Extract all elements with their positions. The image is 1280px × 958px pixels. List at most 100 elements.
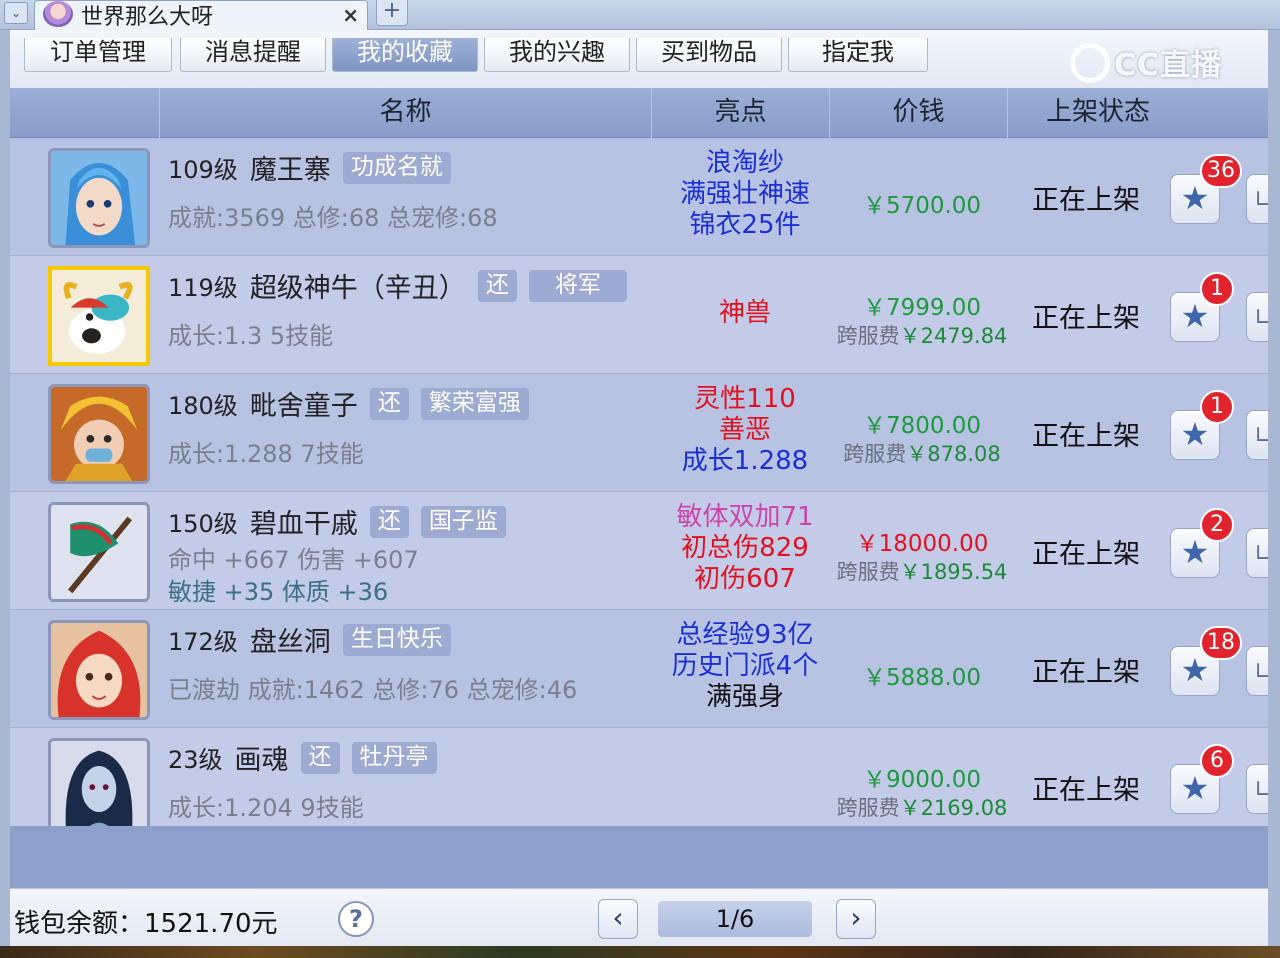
item-price: ￥9000.00 (862, 767, 982, 793)
item-name[interactable]: 毗舍童子 (250, 384, 358, 423)
highlight-text: 敏体双加71 (676, 502, 814, 532)
list-item[interactable]: 119级 超级神牛（辛丑）还将军成长:1.3 5技能 神兽 ￥7999.00 跨服费￥2… (10, 256, 1268, 374)
item-price: ￥5888.00 (862, 665, 982, 691)
cart-icon[interactable]: ⊔ (1246, 410, 1268, 460)
nav-my-favorites[interactable]: 我的收藏 (332, 38, 478, 72)
item-thumbnail[interactable] (48, 502, 150, 602)
item-level: 119级 (168, 274, 238, 302)
nav-purchased-items[interactable]: 买到物品 (636, 38, 782, 72)
prev-page-button[interactable]: ‹ (598, 899, 638, 939)
item-name[interactable]: 盘丝洞 (250, 620, 331, 659)
list-item[interactable]: 23级 画魂还牡丹亭 成长:1.204 9技能 ￥9000.00 跨服费￥2169.08… (10, 728, 1268, 826)
item-stats: 命中 +667 伤害 +607 (168, 546, 419, 574)
item-stats: 成长:1.288 7技能 (168, 440, 364, 468)
item-title-line: 180级 毗舍童子还繁荣富强 (168, 384, 529, 424)
item-highlights: 灵性110 善恶 成长1.288 (652, 384, 838, 477)
highlight-text: 初总伤829 (681, 533, 809, 563)
cart-icon[interactable]: ⊔ (1246, 764, 1268, 814)
favorite-count-badge: 18 (1200, 626, 1242, 660)
list-item[interactable]: 180级 毗舍童子还繁荣富强成长:1.288 7技能 灵性110 善恶 成长1.288 ￥… (10, 374, 1268, 492)
nav-my-interests[interactable]: 我的兴趣 (484, 38, 630, 72)
fee-value: ￥2169.08 (899, 796, 1008, 820)
favorite-count-badge: 1 (1200, 390, 1234, 424)
highlight-text: 总经验93亿 (676, 620, 814, 650)
list-item[interactable]: 172级 盘丝洞 生日快乐 已渡劫 成就:1462 总修:76 总宠修:46 总经验93… (10, 610, 1268, 728)
item-name[interactable]: 超级神牛（辛丑） (250, 266, 466, 305)
close-icon[interactable]: × (342, 3, 359, 27)
item-price: ￥5700.00 (862, 193, 982, 219)
window-left-edge (0, 30, 10, 946)
listing-status: 正在上架 (1032, 539, 1140, 570)
item-highlights: 总经验93亿 历史门派4个 满强身 (652, 620, 838, 713)
fee-label: 跨服费 (836, 324, 900, 348)
highlight-text: 锦衣25件 (689, 210, 801, 240)
item-thumbnail[interactable] (48, 620, 150, 720)
item-price: ￥18000.00 (855, 531, 989, 557)
cc-logo-icon (1070, 42, 1110, 83)
highlight-text: 灵性110 (694, 384, 796, 414)
list-item[interactable]: 150级 碧血干戚还国子监 命中 +667 伤害 +607 敏捷 +35 体质 +36… (10, 492, 1268, 610)
item-highlights: 敏体双加71 初总伤829 初伤607 (652, 502, 838, 595)
item-price: ￥7800.00 (862, 413, 982, 439)
tab-active-account[interactable]: 世界那么大呀 × (34, 0, 368, 30)
next-page-button[interactable]: › (836, 899, 876, 939)
watermark-text: CC直播 (1114, 48, 1223, 83)
item-highlights: 浪淘纱 满强壮神速 锦衣25件 (652, 148, 838, 241)
item-level: 150级 (168, 510, 238, 538)
wallet-value: 1521.70元 (144, 909, 278, 939)
item-title-line: 23级 画魂还牡丹亭 (168, 738, 437, 778)
cart-icon[interactable]: ⊔ (1246, 528, 1268, 578)
favorite-count-badge: 1 (1200, 272, 1234, 306)
highlight-text: 成长1.288 (681, 446, 809, 476)
item-price: ￥7999.00 (862, 295, 982, 321)
favorite-count-badge: 6 (1200, 744, 1234, 778)
nav-designated-to-me[interactable]: 指定我 (788, 38, 928, 72)
title-badge: 生日快乐 (342, 623, 451, 656)
wallet-label: 钱包余额： (14, 909, 145, 939)
return-badge: 还 (369, 387, 409, 420)
item-title-line: 172级 盘丝洞 生日快乐 (168, 620, 451, 660)
fee-label: 跨服费 (836, 796, 900, 820)
item-highlights: 神兽 (652, 298, 838, 329)
help-icon[interactable]: ? (338, 901, 374, 937)
tab-strip: ⌄ 世界那么大呀 × + (0, 0, 1280, 30)
item-stats: 成长:1.204 9技能 (168, 794, 364, 822)
cart-icon[interactable]: ⊔ (1246, 646, 1268, 696)
nav-message-reminder[interactable]: 消息提醒 (180, 38, 326, 72)
window-right-edge (1268, 30, 1280, 946)
fee-value: ￥1895.54 (899, 560, 1008, 584)
item-thumbnail[interactable] (48, 384, 150, 484)
highlight-text: 历史门派4个 (671, 651, 819, 681)
item-thumbnail[interactable] (48, 738, 150, 826)
item-name[interactable]: 魔王寨 (250, 148, 331, 187)
item-title-line: 150级 碧血干戚还国子监 (168, 502, 506, 542)
cross-server-fee: 跨服费￥2479.84 (832, 320, 1012, 350)
header-spacer (10, 88, 160, 138)
trade-window: ⌄ 世界那么大呀 × + 订单管理 消息提醒 我的收藏 我的兴趣 买到物品 指定… (0, 0, 1280, 958)
item-name[interactable]: 碧血干戚 (250, 502, 358, 541)
return-badge: 还 (300, 741, 340, 774)
item-title-line: 119级 超级神牛（辛丑） 还将军 (168, 266, 627, 306)
list-item[interactable]: 109级 魔王寨 功成名就 成就:3569 总修:68 总宠修:68 浪淘纱 满强壮神速锦… (10, 138, 1268, 256)
favorites-list: 109级 魔王寨 功成名就 成就:3569 总修:68 总宠修:68 浪淘纱 满强壮神速锦… (10, 138, 1268, 826)
item-thumbnail[interactable] (48, 148, 150, 248)
table-header: 名称 亮点 价钱 上架状态 (10, 88, 1268, 138)
cross-server-fee: 跨服费￥2169.08 (832, 792, 1012, 822)
item-thumbnail[interactable] (48, 266, 150, 366)
wallet-balance: 钱包余额：1521.70元 (14, 903, 278, 940)
highlight-text: 善恶 (718, 415, 771, 445)
nav-order-management[interactable]: 订单管理 (24, 38, 172, 72)
header-highlights: 亮点 (652, 88, 830, 138)
new-tab-button[interactable]: + (376, 0, 408, 26)
list-empty-area (10, 826, 1268, 888)
title-badge: 功成名就 (342, 151, 451, 184)
listing-status: 正在上架 (1032, 421, 1140, 452)
tab-list-dropdown-button[interactable]: ⌄ (4, 2, 28, 24)
item-name[interactable]: 画魂 (235, 738, 289, 777)
highlight-text: 浪淘纱 (705, 148, 784, 178)
title-badge: 繁荣富强 (420, 387, 529, 420)
cart-icon[interactable]: ⊔ (1246, 292, 1268, 342)
item-title-line: 109级 魔王寨 功成名就 (168, 148, 451, 188)
cart-icon[interactable]: ⊔ (1246, 174, 1268, 224)
item-stats: 成长:1.3 5技能 (168, 322, 334, 350)
